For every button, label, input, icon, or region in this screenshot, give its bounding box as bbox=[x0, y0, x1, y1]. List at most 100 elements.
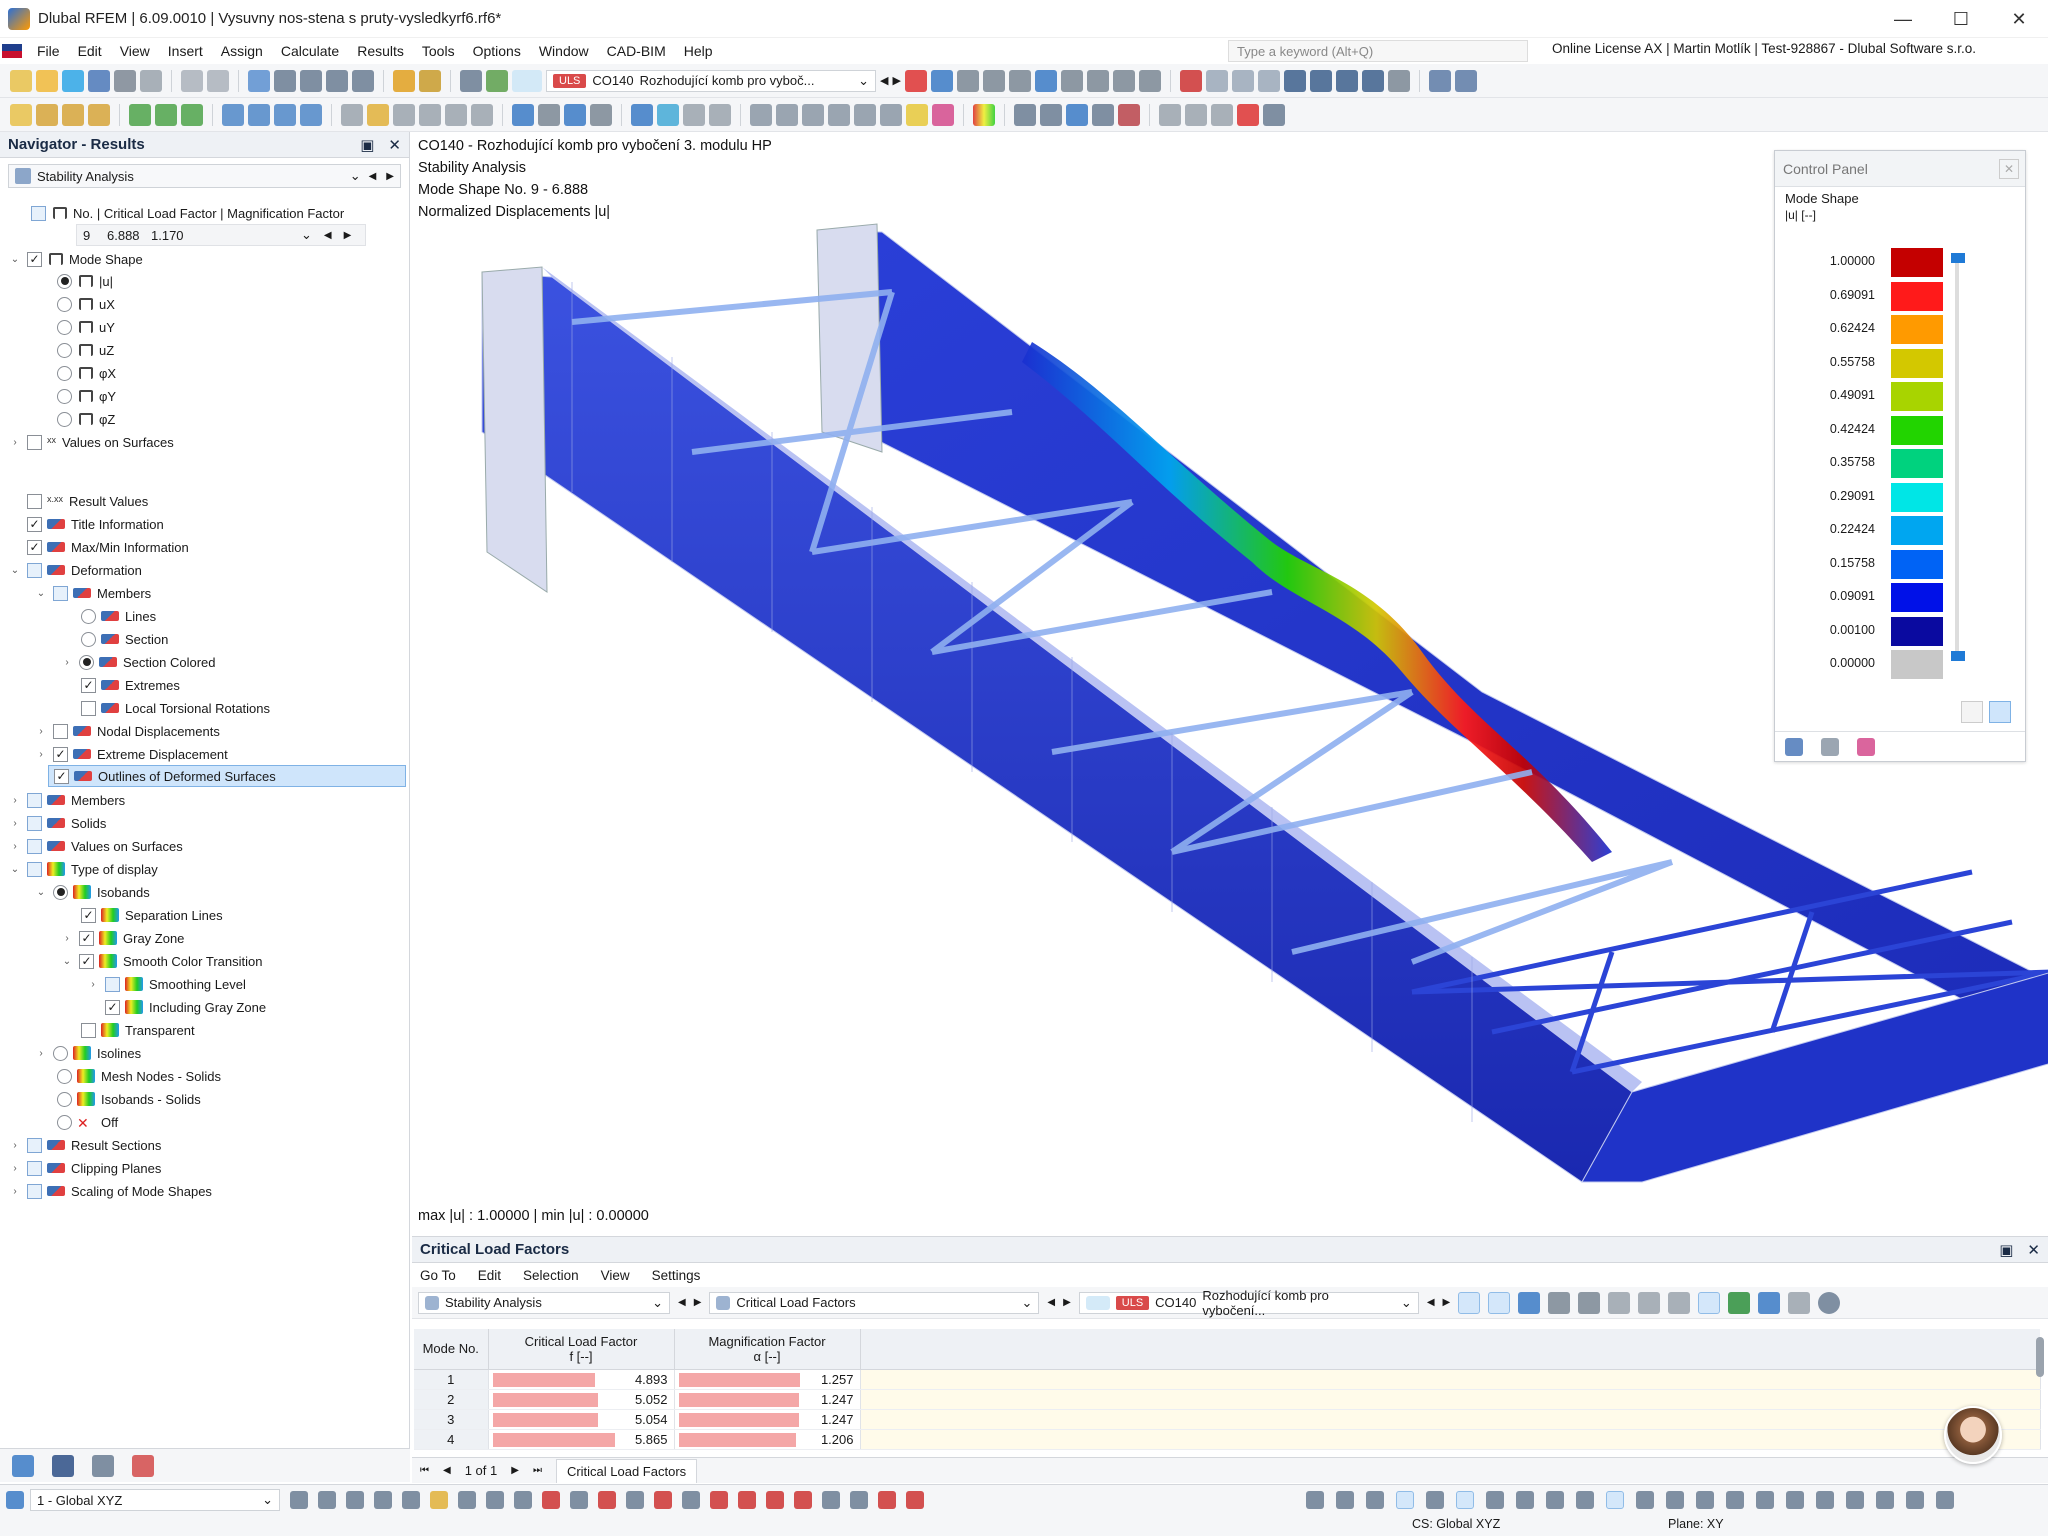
mode-shape-icon[interactable] bbox=[564, 103, 586, 126]
tab-critical-load-factors[interactable]: Critical Load Factors bbox=[555, 1458, 698, 1483]
snap-23-icon[interactable] bbox=[906, 1491, 924, 1509]
snap-11-icon[interactable] bbox=[570, 1491, 588, 1509]
tree-members[interactable]: › Members bbox=[8, 789, 125, 811]
tree-result-values[interactable]: x.xx Result Values bbox=[22, 490, 148, 512]
tree-section[interactable]: Section bbox=[76, 628, 168, 650]
member-icon[interactable] bbox=[62, 103, 84, 126]
view-zoom-icon[interactable] bbox=[1118, 103, 1140, 126]
view-3d-icon[interactable] bbox=[1205, 69, 1228, 92]
close-icon[interactable]: ✕ bbox=[1999, 158, 2019, 179]
pen-icon[interactable] bbox=[393, 69, 415, 92]
film-icon[interactable] bbox=[590, 103, 612, 126]
select-filter-icon[interactable] bbox=[512, 103, 534, 126]
next-arrow-icon[interactable]: ▶ bbox=[1443, 1297, 1451, 1308]
table-view-icon[interactable] bbox=[248, 69, 270, 92]
legend-slider-top-handle[interactable] bbox=[1951, 253, 1965, 263]
tree-deformation[interactable]: ⌄ Deformation bbox=[8, 559, 142, 581]
next-arrow-icon[interactable]: ▶ bbox=[694, 1297, 702, 1308]
menu-window[interactable]: Window bbox=[530, 43, 598, 59]
members-result-icon[interactable] bbox=[683, 103, 705, 126]
tree-outlines-deformed-surfaces[interactable]: ✓ Outlines of Deformed Surfaces bbox=[48, 765, 406, 787]
surface-icon[interactable] bbox=[222, 103, 244, 126]
tree-nodal-displacements[interactable]: › Nodal Displacements bbox=[34, 720, 220, 742]
snap-10-icon[interactable] bbox=[542, 1491, 560, 1509]
solid-icon[interactable] bbox=[248, 103, 270, 126]
menu-go-to[interactable]: Go To bbox=[420, 1268, 456, 1283]
legend-tab-icon[interactable] bbox=[1785, 738, 1803, 756]
snap-grid-icon[interactable] bbox=[1040, 103, 1062, 126]
prev-arrow-icon[interactable]: ◀ bbox=[1047, 1297, 1055, 1308]
minimize-button[interactable]: — bbox=[1874, 0, 1932, 38]
align-2-icon[interactable] bbox=[776, 103, 798, 126]
keyword-search-input[interactable]: Type a keyword (Alt+Q) bbox=[1228, 40, 1528, 62]
grid-2-icon[interactable] bbox=[419, 103, 441, 126]
results-green-icon[interactable] bbox=[486, 69, 508, 92]
arc-icon[interactable] bbox=[88, 103, 110, 126]
box-x-icon[interactable] bbox=[1546, 1491, 1564, 1509]
menu-calculate[interactable]: Calculate bbox=[272, 43, 348, 59]
mirror-icon[interactable] bbox=[1211, 103, 1233, 126]
next-arrow-icon[interactable]: ▶ bbox=[386, 171, 394, 182]
align-4-icon[interactable] bbox=[828, 103, 850, 126]
menu-file[interactable]: File bbox=[28, 43, 69, 59]
measure-icon[interactable] bbox=[538, 103, 560, 126]
open-file-icon[interactable] bbox=[36, 69, 58, 92]
layer-icon[interactable] bbox=[1876, 1491, 1894, 1509]
excel-export-icon[interactable] bbox=[1728, 1291, 1751, 1314]
menu-results[interactable]: Results bbox=[348, 43, 413, 59]
view-box-icon[interactable] bbox=[1257, 69, 1280, 92]
square-icon[interactable] bbox=[1516, 1491, 1534, 1509]
result-values-icon[interactable] bbox=[956, 69, 979, 92]
export-legend-icon[interactable] bbox=[1961, 701, 1983, 723]
next-arrow-icon[interactable]: ▶ bbox=[892, 74, 900, 87]
delete-results-icon[interactable] bbox=[904, 69, 927, 92]
report-icon[interactable] bbox=[140, 69, 162, 92]
box-dot-icon[interactable] bbox=[1576, 1491, 1594, 1509]
view-toggle-icon[interactable] bbox=[1396, 1491, 1414, 1509]
tree-isolines[interactable]: › Isolines bbox=[34, 1042, 141, 1064]
snap-1-icon[interactable] bbox=[290, 1491, 308, 1509]
tree-section-colored[interactable]: › Section Colored bbox=[60, 651, 216, 673]
tree-ux[interactable]: uX bbox=[52, 293, 115, 315]
object-snap-icon[interactable] bbox=[1366, 1491, 1384, 1509]
line-snap-icon[interactable] bbox=[1636, 1491, 1654, 1509]
snap-16-icon[interactable] bbox=[710, 1491, 728, 1509]
tree-isobands[interactable]: ⌄ Isobands bbox=[34, 881, 150, 903]
snap-18-icon[interactable] bbox=[766, 1491, 784, 1509]
tree-u-abs[interactable]: |u| bbox=[52, 270, 113, 292]
pin-icon[interactable] bbox=[932, 103, 954, 126]
prev-arrow-icon[interactable]: ◀ bbox=[880, 74, 888, 87]
results-tab-icon[interactable] bbox=[132, 1454, 154, 1477]
analysis-type-select[interactable]: Stability Analysis ⌄ ◀ ▶ bbox=[8, 164, 401, 188]
values-icon[interactable] bbox=[982, 69, 1005, 92]
table-grid-icon[interactable] bbox=[1014, 103, 1036, 126]
table-scrollbar[interactable] bbox=[2036, 1337, 2044, 1377]
tree-solids[interactable]: › Solids bbox=[8, 812, 106, 834]
tree-separation-lines[interactable]: ✓ Separation Lines bbox=[76, 904, 223, 926]
load-combination-select[interactable]: ULS CO140 Rozhodující komb pro vyboč... … bbox=[546, 69, 876, 92]
node-icon[interactable] bbox=[10, 103, 32, 126]
display-icon[interactable] bbox=[1034, 69, 1057, 92]
snap-19-icon[interactable] bbox=[794, 1491, 812, 1509]
panel-icon[interactable] bbox=[1906, 1491, 1924, 1509]
tree-smooth-color-transition[interactable]: ⌄ ✓ Smooth Color Transition bbox=[60, 950, 262, 972]
filter-icon[interactable] bbox=[1758, 1291, 1781, 1314]
mode-selector[interactable]: 9 6.888 1.170 ⌄ ◀ ▶ bbox=[76, 224, 366, 246]
display-tab-icon[interactable] bbox=[52, 1454, 74, 1477]
rotate-icon[interactable] bbox=[1185, 103, 1207, 126]
filter-tab-icon[interactable] bbox=[1857, 738, 1875, 756]
snap-14-icon[interactable] bbox=[654, 1491, 672, 1509]
next-page-icon[interactable]: ▶ bbox=[511, 1465, 519, 1476]
table-row[interactable]: 4 5.865 1.206 bbox=[414, 1429, 2041, 1450]
coordinate-system-select[interactable]: 1 - Global XYZ ⌄ bbox=[30, 1489, 280, 1511]
layers-icon[interactable] bbox=[1428, 69, 1451, 92]
grid-snap-icon[interactable] bbox=[1456, 1491, 1474, 1509]
tree-mode-shape[interactable]: ⌄ ✓ Mode Shape bbox=[8, 248, 143, 270]
checkbox[interactable] bbox=[31, 205, 46, 221]
new-file-icon[interactable] bbox=[10, 69, 32, 92]
tree-extreme-displacement[interactable]: › ✓ Extreme Displacement bbox=[34, 743, 228, 765]
coordinate-icon[interactable] bbox=[471, 103, 493, 126]
axis-z-icon[interactable] bbox=[1335, 69, 1358, 92]
bar-display-icon[interactable] bbox=[1698, 1291, 1721, 1314]
maximize-button[interactable]: ☐ bbox=[1932, 0, 1990, 38]
